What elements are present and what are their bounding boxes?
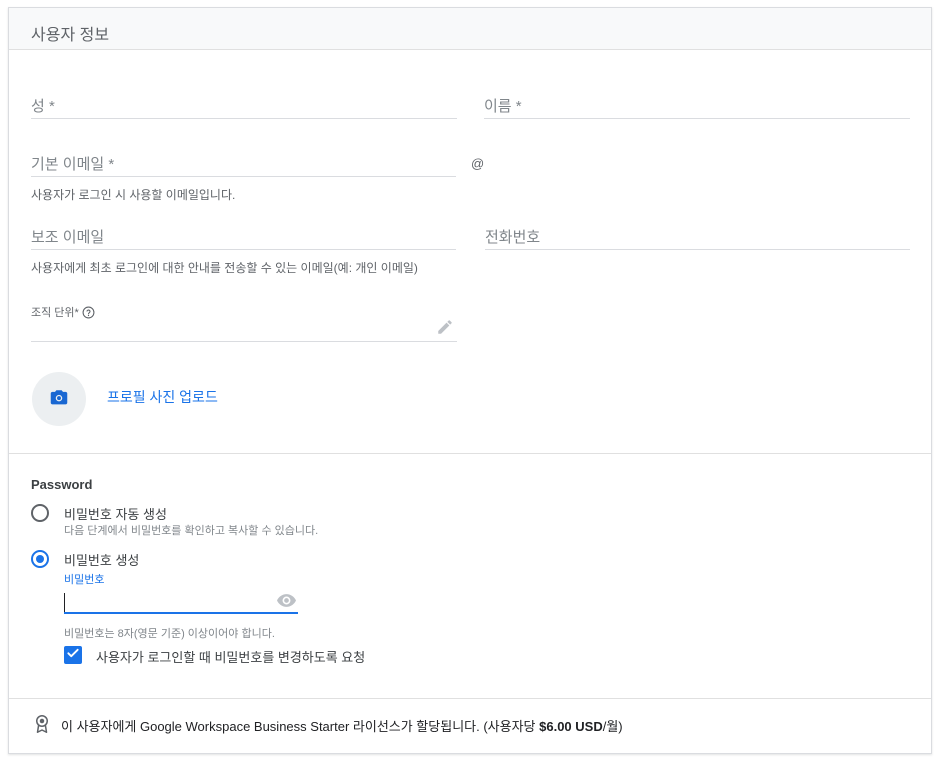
license-divider bbox=[9, 698, 931, 699]
primary-email-hint: 사용자가 로그인 시 사용할 이메일입니다. bbox=[31, 188, 236, 202]
camera-icon bbox=[50, 389, 68, 410]
password-input[interactable] bbox=[64, 590, 298, 614]
first-name-placeholder: 이름 * bbox=[484, 98, 522, 115]
password-field-label: 비밀번호 bbox=[64, 574, 105, 586]
password-requirement: 비밀번호는 8자(영문 기준) 이상이어야 합니다. bbox=[64, 628, 275, 640]
upload-photo-link[interactable]: 프로필 사진 업로드 bbox=[107, 387, 218, 407]
password-section-title: Password bbox=[31, 477, 93, 492]
section-divider bbox=[9, 453, 931, 454]
eye-icon[interactable] bbox=[277, 594, 296, 612]
last-name-field[interactable]: 성 * bbox=[31, 94, 457, 120]
require-change-checkbox[interactable] bbox=[64, 646, 82, 664]
license-info: 이 사용자에게 Google Workspace Business Starte… bbox=[33, 714, 623, 737]
last-name-placeholder: 성 * bbox=[31, 98, 55, 115]
require-change-label[interactable]: 사용자가 로그인할 때 비밀번호를 변경하도록 요청 bbox=[96, 647, 365, 666]
license-badge-icon bbox=[33, 714, 51, 737]
phone-field[interactable]: 전화번호 bbox=[485, 225, 910, 251]
secondary-email-placeholder: 보조 이메일 bbox=[31, 229, 105, 246]
email-domain-prefix: @ bbox=[471, 156, 485, 171]
org-unit-field[interactable] bbox=[31, 308, 457, 342]
create-password-radio[interactable] bbox=[31, 550, 49, 568]
card-header: 사용자 정보 bbox=[9, 8, 931, 50]
secondary-email-field[interactable]: 보조 이메일 bbox=[31, 225, 456, 251]
auto-password-radio[interactable] bbox=[31, 504, 49, 522]
page-title: 사용자 정보 bbox=[31, 27, 110, 44]
primary-email-field[interactable]: 기본 이메일 * bbox=[31, 152, 456, 178]
primary-email-placeholder: 기본 이메일 * bbox=[31, 156, 115, 173]
first-name-field[interactable]: 이름 * bbox=[484, 94, 910, 120]
check-icon bbox=[66, 646, 80, 665]
auto-password-sub: 다음 단계에서 비밀번호를 확인하고 복사할 수 있습니다. bbox=[64, 525, 319, 537]
secondary-email-hint: 사용자에게 최초 로그인에 대한 안내를 전송할 수 있는 이메일(예: 개인 … bbox=[31, 261, 418, 275]
pencil-icon[interactable] bbox=[436, 318, 454, 341]
license-price: $6.00 USD bbox=[539, 719, 603, 734]
profile-photo-button[interactable] bbox=[32, 372, 86, 426]
auto-password-label[interactable]: 비밀번호 자동 생성 bbox=[64, 504, 167, 523]
phone-placeholder: 전화번호 bbox=[485, 229, 541, 246]
license-text: 이 사용자에게 Google Workspace Business Starte… bbox=[61, 719, 623, 734]
create-password-label[interactable]: 비밀번호 생성 bbox=[64, 550, 139, 569]
text-cursor bbox=[64, 593, 65, 612]
user-info-card: 사용자 정보 성 * 이름 * 기본 이메일 * @ 사용자가 로그인 시 사용… bbox=[8, 7, 932, 754]
